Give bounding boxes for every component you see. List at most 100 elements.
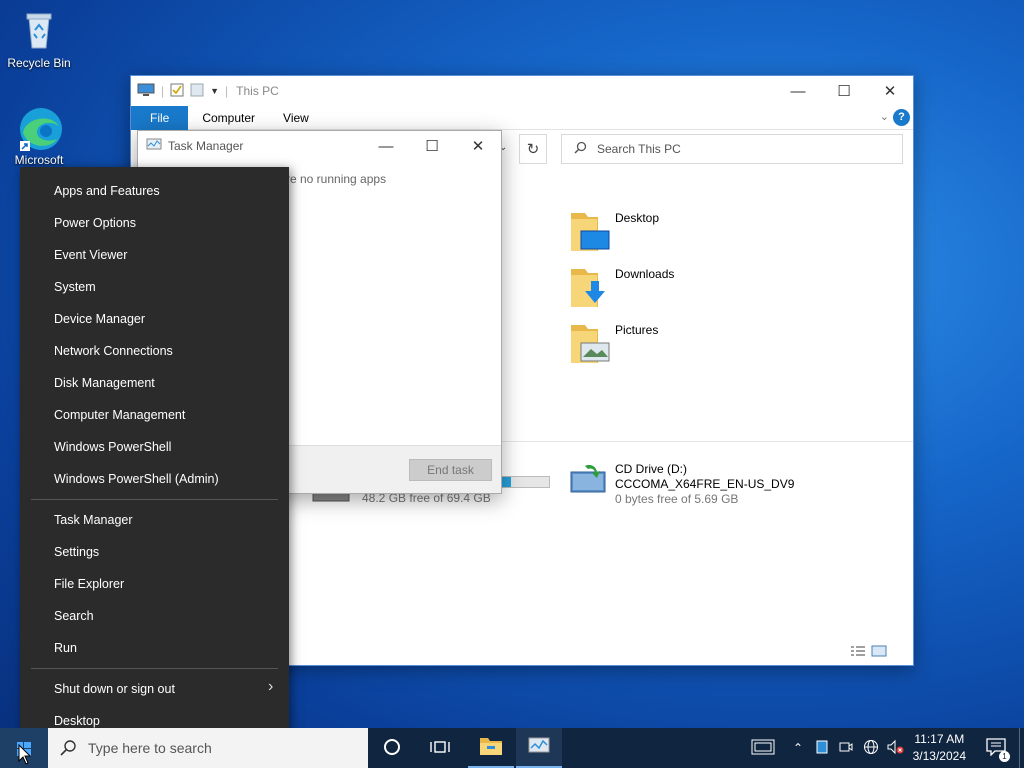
cortana-button[interactable] bbox=[372, 728, 412, 768]
chevron-up-icon: ⌃ bbox=[792, 741, 804, 755]
volume-muted-icon bbox=[886, 739, 904, 758]
view-toggles bbox=[850, 645, 887, 660]
menu-item-disk-management[interactable]: Disk Management bbox=[54, 376, 155, 390]
notification-icon: 1 bbox=[986, 737, 1010, 762]
mouse-cursor-icon bbox=[18, 743, 32, 768]
menu-item-shut-down-or-sign-out[interactable]: Shut down or sign out bbox=[54, 682, 175, 696]
this-pc-icon bbox=[137, 83, 155, 100]
search-icon bbox=[60, 740, 76, 759]
volume-button[interactable] bbox=[884, 728, 906, 768]
drive-d-volume: CCCOMA_X64FRE_EN-US_DV9 bbox=[615, 477, 795, 491]
menu-item-desktop[interactable]: Desktop bbox=[54, 714, 100, 728]
chevron-right-icon: › bbox=[268, 678, 274, 695]
menu-item-windows-powershell-admin[interactable]: Windows PowerShell (Admin) bbox=[54, 472, 219, 486]
ribbon-expand-icon[interactable]: ⌄ bbox=[880, 110, 889, 123]
menu-item-search[interactable]: Search bbox=[54, 609, 94, 623]
properties-icon[interactable] bbox=[170, 83, 184, 100]
tray-app-button[interactable] bbox=[812, 728, 832, 768]
folder-pictures[interactable]: Pictures bbox=[569, 321, 659, 363]
close-button[interactable]: ✕ bbox=[455, 131, 501, 161]
taskbar-search-placeholder: Type here to search bbox=[88, 740, 212, 756]
task-view-icon bbox=[430, 739, 450, 758]
keyboard-layout-button[interactable] bbox=[748, 728, 778, 768]
quick-access-dropdown-icon[interactable]: ▼ bbox=[210, 86, 219, 96]
taskbar-task-manager[interactable] bbox=[516, 728, 562, 768]
desktop-icon-recycle-bin[interactable]: Recycle Bin bbox=[2, 8, 76, 70]
menu-item-apps-and-features[interactable]: Apps and Features bbox=[54, 184, 160, 198]
task-manager-icon bbox=[528, 737, 550, 758]
details-view-icon[interactable] bbox=[850, 645, 866, 660]
desktop-icon-edge[interactable]: Microsoft bbox=[2, 105, 76, 167]
desktop-folder-icon bbox=[569, 209, 610, 251]
folder-label: Downloads bbox=[615, 267, 675, 281]
menu-item-device-manager[interactable]: Device Manager bbox=[54, 312, 145, 326]
end-task-button[interactable]: End task bbox=[409, 459, 492, 481]
menu-item-settings[interactable]: Settings bbox=[54, 545, 99, 559]
folder-desktop[interactable]: Desktop bbox=[569, 209, 659, 251]
maximize-button[interactable]: ☐ bbox=[409, 131, 455, 161]
drive-d[interactable]: CD Drive (D:) CCCOMA_X64FRE_EN-US_DV9 0 … bbox=[569, 460, 794, 507]
no-apps-message: re no running apps bbox=[286, 172, 387, 186]
cortana-icon bbox=[383, 738, 401, 759]
taskbar-search-box[interactable]: Type here to search bbox=[48, 728, 368, 768]
menu-separator bbox=[31, 668, 278, 669]
clock[interactable]: 11:17 AM 3/13/2024 bbox=[913, 731, 966, 765]
folder-label: Pictures bbox=[615, 323, 659, 337]
network-button[interactable] bbox=[860, 728, 882, 768]
close-button[interactable]: ✕ bbox=[867, 76, 913, 106]
menu-item-run[interactable]: Run bbox=[54, 641, 77, 655]
explorer-titlebar[interactable]: | ▼ | This PC — ☐ ✕ bbox=[131, 76, 913, 106]
keyboard-icon bbox=[751, 739, 775, 758]
power-user-menu: Apps and Features Power Options Event Vi… bbox=[20, 167, 289, 745]
cd-drive-icon bbox=[569, 460, 609, 500]
maximize-button[interactable]: ☐ bbox=[821, 76, 867, 106]
task-manager-titlebar[interactable]: Task Manager — ☐ ✕ bbox=[138, 131, 501, 161]
pictures-folder-icon bbox=[569, 321, 610, 363]
drive-d-name: CD Drive (D:) bbox=[615, 462, 687, 476]
edge-icon bbox=[17, 105, 62, 151]
search-input[interactable]: Search This PC bbox=[561, 134, 903, 164]
help-icon[interactable]: ? bbox=[893, 109, 910, 126]
recycle-bin-icon bbox=[17, 8, 61, 52]
meet-now-button[interactable] bbox=[836, 728, 856, 768]
clock-date: 3/13/2024 bbox=[912, 749, 966, 763]
taskbar: Type here to search ⌃ 11:17 AM 3/13/2024… bbox=[0, 728, 1024, 768]
minimize-button[interactable]: — bbox=[775, 76, 821, 106]
clock-time: 11:17 AM bbox=[914, 732, 965, 746]
menu-separator bbox=[31, 499, 278, 500]
drive-d-free: 0 bytes free of 5.69 GB bbox=[615, 492, 739, 506]
menu-item-windows-powershell[interactable]: Windows PowerShell bbox=[54, 440, 171, 454]
minimize-button[interactable]: — bbox=[363, 131, 409, 161]
globe-icon bbox=[863, 739, 879, 758]
taskbar-file-explorer[interactable] bbox=[468, 728, 514, 768]
search-icon bbox=[574, 141, 587, 157]
window-title: This PC bbox=[236, 84, 279, 98]
desktop-icon-label: Microsoft bbox=[14, 153, 64, 167]
search-placeholder: Search This PC bbox=[597, 142, 681, 156]
task-view-button[interactable] bbox=[420, 728, 460, 768]
menu-item-computer-management[interactable]: Computer Management bbox=[54, 408, 185, 422]
show-desktop-button[interactable] bbox=[1019, 728, 1024, 768]
downloads-folder-icon bbox=[569, 265, 609, 307]
new-folder-icon[interactable] bbox=[190, 83, 204, 100]
action-center-button[interactable]: 1 bbox=[980, 728, 1012, 768]
folder-downloads[interactable]: Downloads bbox=[569, 265, 675, 307]
start-button[interactable] bbox=[0, 728, 48, 768]
tab-view[interactable]: View bbox=[269, 106, 323, 130]
ribbon-tabs: File Computer View ⌄ ? bbox=[131, 105, 913, 130]
tiles-view-icon[interactable] bbox=[871, 645, 887, 660]
menu-item-file-explorer[interactable]: File Explorer bbox=[54, 577, 124, 591]
menu-item-network-connections[interactable]: Network Connections bbox=[54, 344, 173, 358]
desktop-icon-label: Recycle Bin bbox=[7, 56, 71, 70]
tab-file[interactable]: File bbox=[131, 105, 189, 130]
tray-app-icon bbox=[816, 740, 828, 757]
task-manager-title: Task Manager bbox=[168, 139, 244, 153]
tab-computer[interactable]: Computer bbox=[188, 106, 269, 130]
menu-item-event-viewer[interactable]: Event Viewer bbox=[54, 248, 127, 262]
menu-item-system[interactable]: System bbox=[54, 280, 96, 294]
menu-item-power-options[interactable]: Power Options bbox=[54, 216, 136, 230]
refresh-button[interactable]: ↻ bbox=[519, 134, 547, 164]
menu-item-task-manager[interactable]: Task Manager bbox=[54, 513, 133, 527]
show-hidden-icons-button[interactable]: ⌃ bbox=[788, 728, 808, 768]
task-manager-icon bbox=[146, 138, 162, 155]
